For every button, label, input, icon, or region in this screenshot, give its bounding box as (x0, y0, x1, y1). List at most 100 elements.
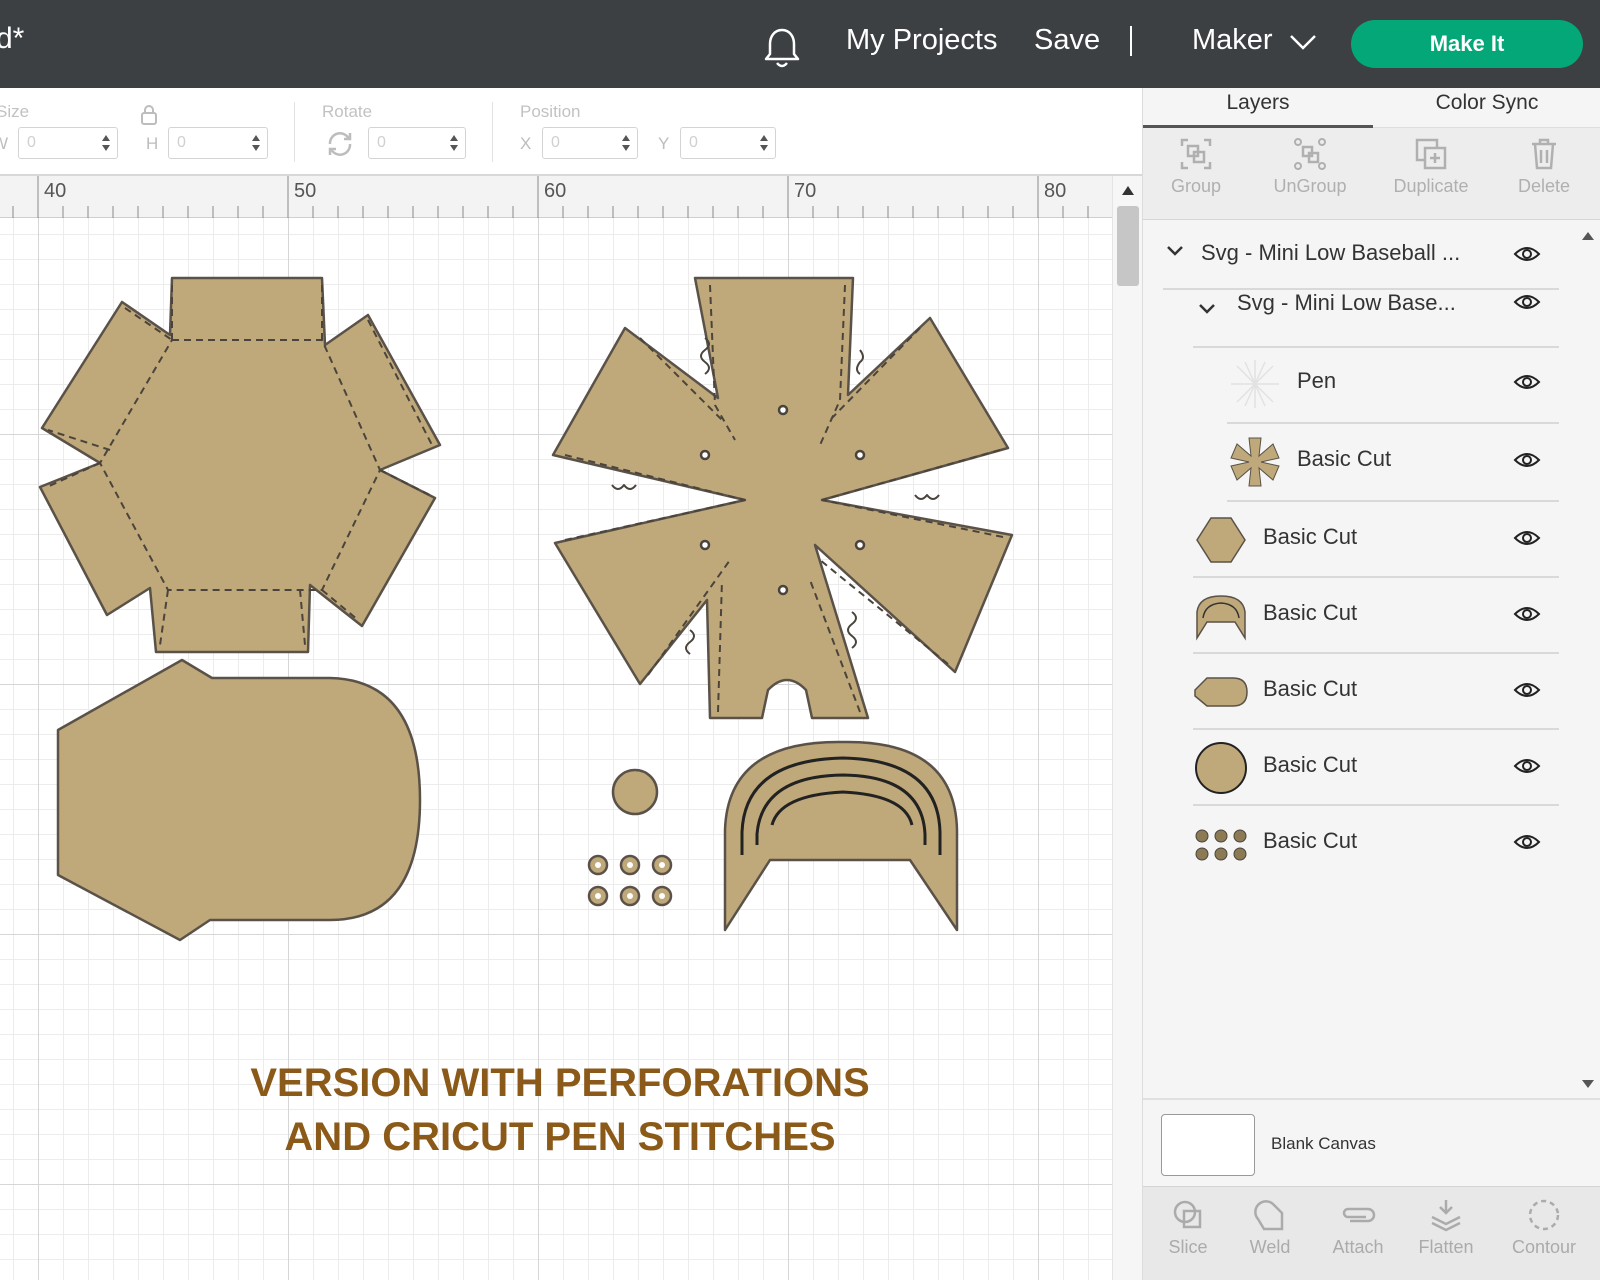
ungroup-icon (1294, 138, 1326, 170)
make-it-button[interactable]: Make It (1351, 20, 1583, 68)
h-label: H (146, 134, 159, 153)
slice-button[interactable]: Slice (1143, 1197, 1233, 1258)
eye-icon[interactable] (1513, 756, 1541, 776)
chevron-down-icon[interactable] (1288, 30, 1318, 54)
eyelets-piece[interactable] (587, 854, 673, 907)
caret-down-icon[interactable] (1197, 302, 1217, 316)
x-value: 0 (551, 134, 560, 151)
layer-label: Basic Cut (1297, 446, 1392, 471)
group-icon (1180, 138, 1212, 170)
delete-label: Delete (1517, 176, 1571, 196)
flatten-label: Flatten (1418, 1237, 1474, 1257)
toolbar-divider (492, 102, 493, 162)
layer-actions-bar: Group UnGroup Duplicate Delete (1143, 128, 1600, 220)
layers-scrollbar[interactable] (1573, 220, 1600, 1100)
horizontal-ruler: 40 50 60 70 80 (0, 176, 1112, 218)
height-input[interactable]: 0 (168, 127, 268, 159)
bell-icon[interactable] (762, 26, 802, 70)
eye-icon[interactable] (1513, 244, 1541, 264)
layer-row-basic-cut[interactable]: Basic Cut (1193, 656, 1559, 730)
eye-icon[interactable] (1513, 680, 1541, 700)
button-circle-piece[interactable] (611, 768, 659, 816)
layer-row-subgroup[interactable]: Svg - Mini Low Base... (1193, 278, 1559, 348)
flatten-button[interactable]: Flatten (1401, 1197, 1491, 1258)
scroll-down-arrow-icon[interactable] (1582, 1080, 1594, 1088)
eye-icon[interactable] (1513, 292, 1541, 312)
hexagon-thumb-icon (1196, 517, 1246, 563)
stepper-icon[interactable] (251, 132, 261, 154)
x-label: X (520, 134, 532, 153)
scrollbar-thumb[interactable] (1117, 206, 1139, 286)
ruler-label-70: 70 (794, 180, 817, 202)
layer-label: Basic Cut (1263, 600, 1358, 625)
my-projects-link[interactable]: My Projects (846, 24, 997, 57)
canvas-color-swatch[interactable] (1161, 1114, 1255, 1176)
weld-button[interactable]: Weld (1225, 1197, 1315, 1258)
scroll-up-arrow-icon[interactable] (1122, 186, 1134, 195)
x-position-input[interactable]: 0 (542, 127, 638, 159)
delete-button[interactable]: Delete (1489, 136, 1599, 197)
layer-row-basic-cut[interactable]: Basic Cut (1193, 732, 1559, 806)
duplicate-icon (1415, 138, 1447, 170)
layer-row-basic-cut[interactable]: Basic Cut (1193, 504, 1559, 578)
y-position-input[interactable]: 0 (680, 127, 776, 159)
save-link[interactable]: Save (1034, 24, 1100, 57)
caret-down-icon[interactable] (1165, 244, 1185, 258)
attach-button[interactable]: Attach (1313, 1197, 1403, 1258)
stepper-icon[interactable] (101, 132, 111, 154)
attach-label: Attach (1332, 1237, 1384, 1257)
canvas-scrollbar[interactable] (1112, 176, 1142, 1280)
layer-row-basic-cut[interactable]: Basic Cut (1227, 426, 1559, 502)
eye-icon[interactable] (1513, 528, 1541, 548)
duplicate-button[interactable]: Duplicate (1371, 136, 1491, 197)
ungroup-button[interactable]: UnGroup (1255, 136, 1365, 197)
width-input[interactable]: 0 (18, 127, 118, 159)
contour-icon (1528, 1199, 1560, 1231)
bottom-actions-bar: Slice Weld Attach Flatten Contour (1143, 1186, 1600, 1280)
scroll-up-arrow-icon[interactable] (1582, 232, 1594, 240)
group-button[interactable]: Group (1141, 136, 1251, 197)
eye-icon[interactable] (1513, 372, 1541, 392)
weld-icon (1254, 1200, 1284, 1231)
blank-canvas-row[interactable]: Blank Canvas (1143, 1098, 1600, 1186)
contour-button[interactable]: Contour (1499, 1197, 1589, 1258)
rotate-input[interactable]: 0 (368, 127, 466, 159)
machine-selector-label[interactable]: Maker (1192, 24, 1273, 57)
contour-label: Contour (1511, 1237, 1577, 1257)
width-value: 0 (27, 134, 36, 151)
tab-color-sync[interactable]: Color Sync (1373, 88, 1600, 128)
layer-row-pen[interactable]: Pen (1227, 348, 1559, 424)
eye-icon[interactable] (1513, 604, 1541, 624)
flatten-icon (1431, 1200, 1461, 1232)
stepper-icon[interactable] (621, 132, 631, 154)
visor-piece[interactable] (723, 740, 959, 932)
crown-flower-piece[interactable] (551, 276, 1014, 720)
eye-icon[interactable] (1513, 832, 1541, 852)
canvas-caption: VERSION WITH PERFORATIONS AND CRICUT PEN… (120, 1056, 1000, 1164)
layer-row-basic-cut[interactable]: Basic Cut (1193, 580, 1559, 654)
position-label: Position (520, 102, 581, 121)
eyelets-thumb-icon (1195, 829, 1247, 861)
project-title: d* (0, 22, 25, 55)
flower-thumb-icon (1230, 437, 1280, 487)
brim-side-piece[interactable] (56, 658, 422, 942)
top-bar: d* My Projects Save Maker Make It (0, 0, 1600, 88)
stepper-icon[interactable] (759, 132, 769, 154)
layer-label: Svg - Mini Low Base... (1237, 290, 1456, 315)
rotate-icon[interactable] (324, 130, 356, 158)
layer-row-basic-cut[interactable]: Basic Cut (1193, 808, 1559, 882)
lock-icon[interactable] (140, 104, 158, 126)
stepper-icon[interactable] (449, 132, 459, 154)
tab-layers[interactable]: Layers (1143, 88, 1373, 128)
design-space-app: d* My Projects Save Maker Make It Size W… (0, 0, 1600, 1280)
trash-icon (1532, 138, 1556, 170)
design-canvas[interactable]: VERSION WITH PERFORATIONS AND CRICUT PEN… (0, 218, 1112, 1280)
hexagon-cap-piece[interactable] (38, 276, 442, 654)
edit-toolbar: Size W 0 H 0 Rotate 0 Position X 0 Y 0 (0, 88, 1142, 176)
y-label: Y (658, 134, 670, 153)
caption-line-2: AND CRICUT PEN STITCHES (284, 1115, 836, 1159)
layer-list: Svg - Mini Low Baseball ... Svg - Mini L… (1143, 220, 1600, 1170)
size-label: Size (0, 102, 30, 121)
crown-thumb-icon (1194, 677, 1248, 707)
eye-icon[interactable] (1513, 450, 1541, 470)
